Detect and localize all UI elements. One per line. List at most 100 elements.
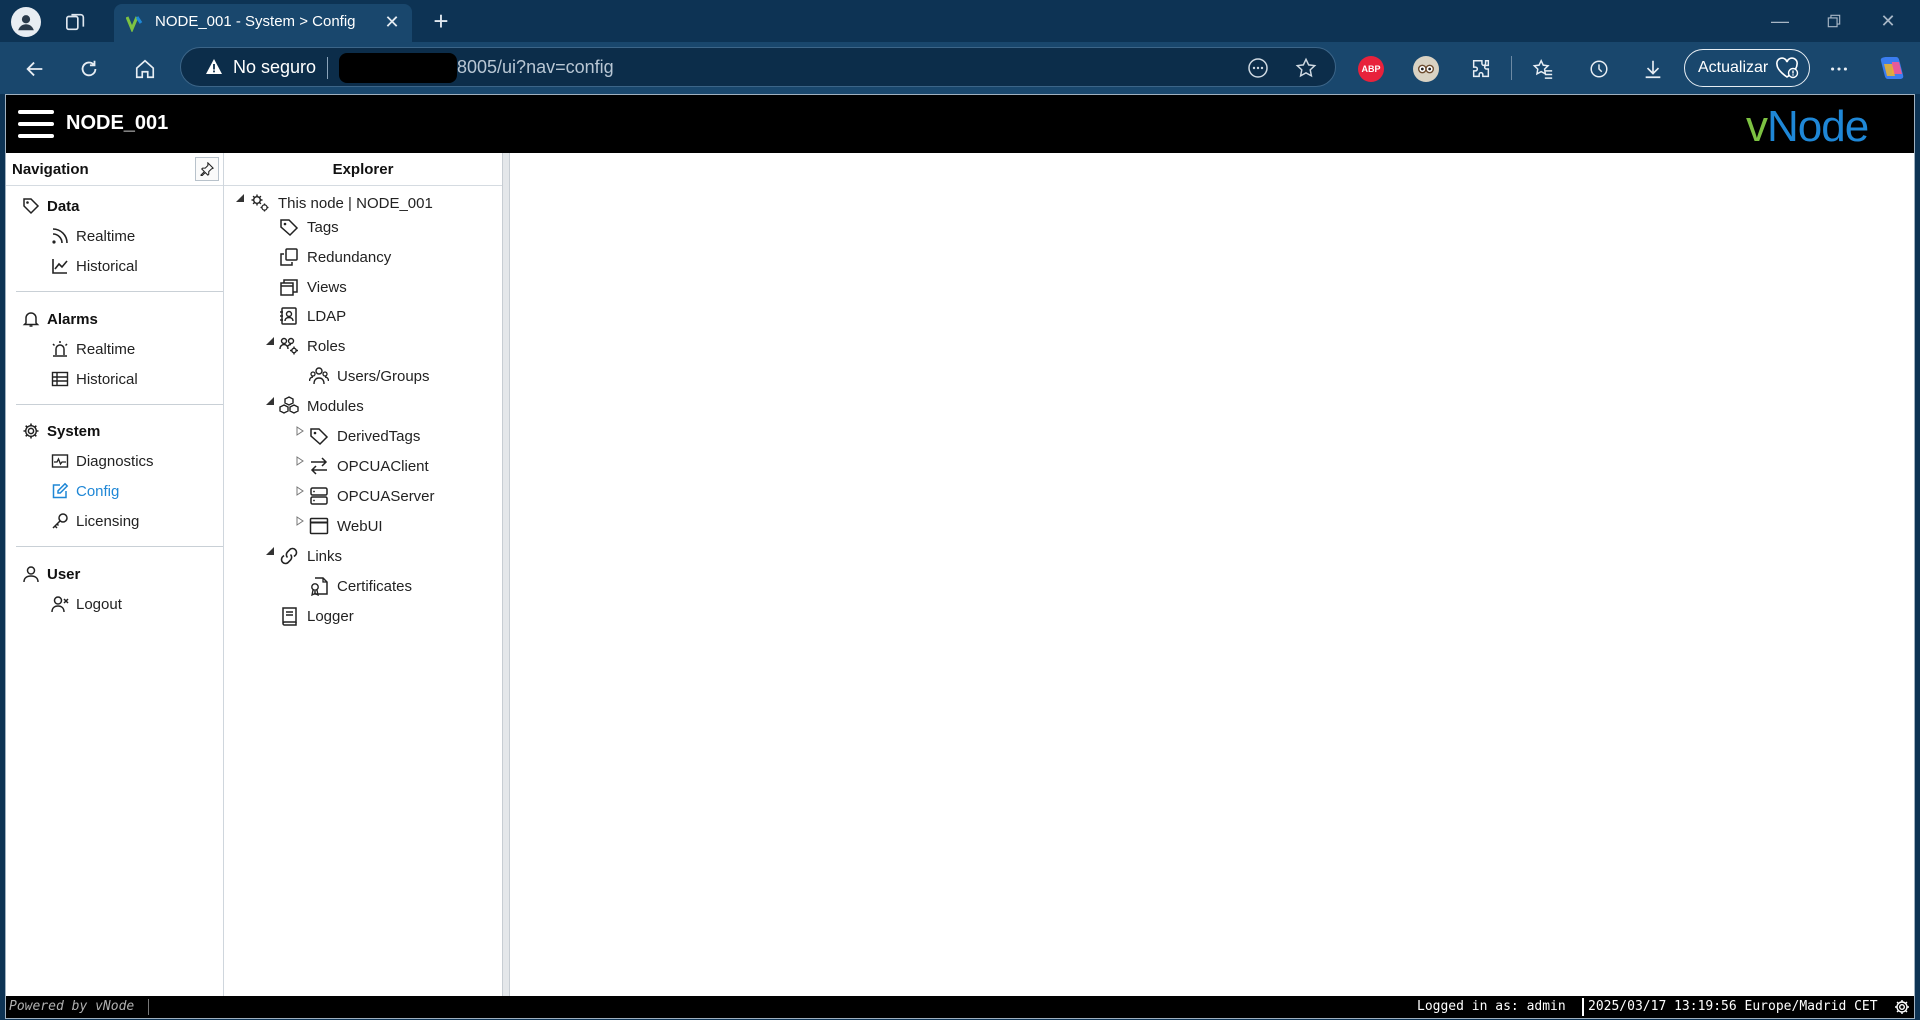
status-bar: Powered by vNode Logged in as: admin 202…	[6, 996, 1914, 1018]
copy-icon	[280, 248, 298, 266]
nav-section-alarms: Alarms	[22, 310, 98, 328]
status-divider	[148, 999, 149, 1015]
tab-close-icon[interactable]: ✕	[382, 12, 402, 32]
tree-node-tags[interactable]: Tags	[279, 217, 339, 237]
nav-item-logout[interactable]: Logout	[51, 595, 122, 613]
server-icon	[310, 487, 328, 505]
tree-node-links[interactable]: Links	[279, 546, 342, 566]
collapse-toggle-icon[interactable]	[265, 546, 275, 556]
tree-node-roles[interactable]: Roles	[279, 336, 345, 356]
tree-node-webui[interactable]: WebUI	[309, 516, 383, 536]
hamburger-menu-icon[interactable]	[18, 108, 54, 140]
warning-icon	[206, 59, 222, 74]
nav-divider	[16, 291, 223, 292]
svg-text:vNode: vNode	[1746, 102, 1868, 149]
redacted-host	[339, 53, 457, 83]
tab-title: NODE_001 - System > Config	[155, 13, 356, 30]
tree-node-certificates[interactable]: Certificates	[309, 576, 412, 596]
tree-node-opcuaclient[interactable]: OPCUAClient	[309, 456, 429, 476]
extensions-puzzle-icon[interactable]	[1466, 54, 1496, 84]
url-text[interactable]: 8005/ui?nav=config	[457, 57, 614, 78]
link-icon	[280, 547, 298, 565]
navigation-header: Navigation	[6, 153, 223, 186]
copilot-icon[interactable]	[1878, 54, 1906, 82]
collapse-toggle-icon[interactable]	[265, 336, 275, 346]
edit-icon	[52, 482, 69, 499]
address-bar[interactable]: No seguro 8005/ui?nav=config	[180, 47, 1336, 87]
status-divider	[1582, 998, 1584, 1016]
panel-splitter[interactable]	[502, 153, 510, 996]
gear-icon	[23, 423, 39, 439]
logo-text-node: Node	[1767, 102, 1868, 149]
expand-toggle-icon[interactable]	[295, 516, 305, 526]
datetime-label: 2025/03/17 13:19:56 Europe/Madrid CET	[1588, 999, 1878, 1014]
node-title: NODE_001	[66, 112, 169, 134]
pin-panel-icon[interactable]	[195, 157, 219, 181]
collapse-toggle-icon[interactable]	[235, 193, 245, 203]
toolbar-divider	[1511, 56, 1512, 80]
cubes-icon	[279, 396, 299, 414]
nav-item-licensing[interactable]: Licensing	[51, 512, 139, 530]
favorite-star-icon[interactable]	[1295, 57, 1317, 79]
history-icon[interactable]	[1584, 54, 1614, 84]
back-icon[interactable]	[20, 54, 50, 84]
tag-icon	[23, 198, 40, 215]
tree-node-root[interactable]: This node | NODE_001	[250, 193, 433, 213]
downloads-icon[interactable]	[1638, 54, 1668, 84]
app-header: NODE_001 vNode	[6, 95, 1914, 153]
users-group-icon	[309, 367, 329, 385]
gear-icon[interactable]	[1894, 999, 1910, 1015]
expand-toggle-icon[interactable]	[295, 426, 305, 436]
new-tab-icon[interactable]: +	[428, 6, 454, 36]
nav-item-config[interactable]: Config	[51, 482, 119, 500]
vnode-logo: vNode	[1746, 101, 1906, 151]
favorites-icon[interactable]	[1528, 54, 1558, 84]
extension-owl-icon[interactable]	[1413, 56, 1439, 82]
key-icon	[52, 513, 68, 529]
tree-node-views[interactable]: Views	[279, 277, 347, 297]
tree-node-redundancy[interactable]: Redundancy	[279, 247, 391, 267]
omnibox-divider	[327, 57, 328, 79]
tree-node-opcuaserver[interactable]: OPCUAServer	[309, 486, 435, 506]
explorer-header: Explorer	[224, 153, 502, 186]
nav-item-alarms-historical[interactable]: Historical	[51, 370, 138, 388]
workspaces-icon[interactable]	[62, 9, 90, 35]
update-button-label: Actualizar	[1698, 59, 1769, 76]
nav-item-data-historical[interactable]: Historical	[51, 257, 138, 275]
profile-icon[interactable]	[11, 7, 41, 37]
home-icon[interactable]	[130, 54, 160, 84]
user-icon	[23, 566, 39, 583]
adblock-extension-icon[interactable]: ABP	[1358, 56, 1384, 82]
tag-icon	[280, 219, 299, 237]
tree-node-users-groups[interactable]: Users/Groups	[309, 366, 430, 386]
heart-update-icon	[1776, 57, 1799, 79]
security-label[interactable]: No seguro	[233, 57, 316, 78]
browser-tab-active[interactable]: NODE_001 - System > Config ✕	[114, 4, 412, 42]
tree-node-logger[interactable]: Logger	[279, 606, 354, 626]
nav-item-data-realtime[interactable]: Realtime	[51, 227, 135, 245]
settings-more-icon[interactable]	[1824, 54, 1854, 84]
contact-card-icon	[280, 307, 297, 325]
nav-item-alarms-realtime[interactable]: Realtime	[51, 340, 135, 358]
restore-icon[interactable]	[1814, 8, 1854, 34]
close-window-icon[interactable]: ✕	[1868, 8, 1908, 34]
browser-window-icon	[309, 517, 329, 535]
tree-node-ldap[interactable]: LDAP	[279, 306, 346, 326]
tree-node-derivedtags[interactable]: DerivedTags	[309, 426, 420, 446]
nav-item-diagnostics[interactable]: Diagnostics	[51, 452, 154, 470]
update-button[interactable]: Actualizar	[1684, 49, 1810, 87]
reader-more-icon[interactable]	[1247, 57, 1269, 79]
nav-divider	[16, 404, 223, 405]
nav-section-system: System	[22, 422, 100, 440]
user-remove-icon	[51, 596, 69, 613]
refresh-icon[interactable]	[74, 54, 104, 84]
vnode-app: NODE_001 vNode Navigation Data Realtime …	[5, 94, 1915, 1019]
collapse-toggle-icon[interactable]	[265, 396, 275, 406]
tree-node-modules[interactable]: Modules	[279, 396, 364, 416]
nav-divider	[16, 546, 223, 547]
explorer-panel: Explorer This node | NODE_001 Tags Redun…	[224, 153, 502, 996]
expand-toggle-icon[interactable]	[295, 456, 305, 466]
browser-tab-bar: NODE_001 - System > Config ✕ + — ✕	[0, 0, 1920, 42]
expand-toggle-icon[interactable]	[295, 486, 305, 496]
minimize-icon[interactable]: —	[1760, 8, 1800, 34]
